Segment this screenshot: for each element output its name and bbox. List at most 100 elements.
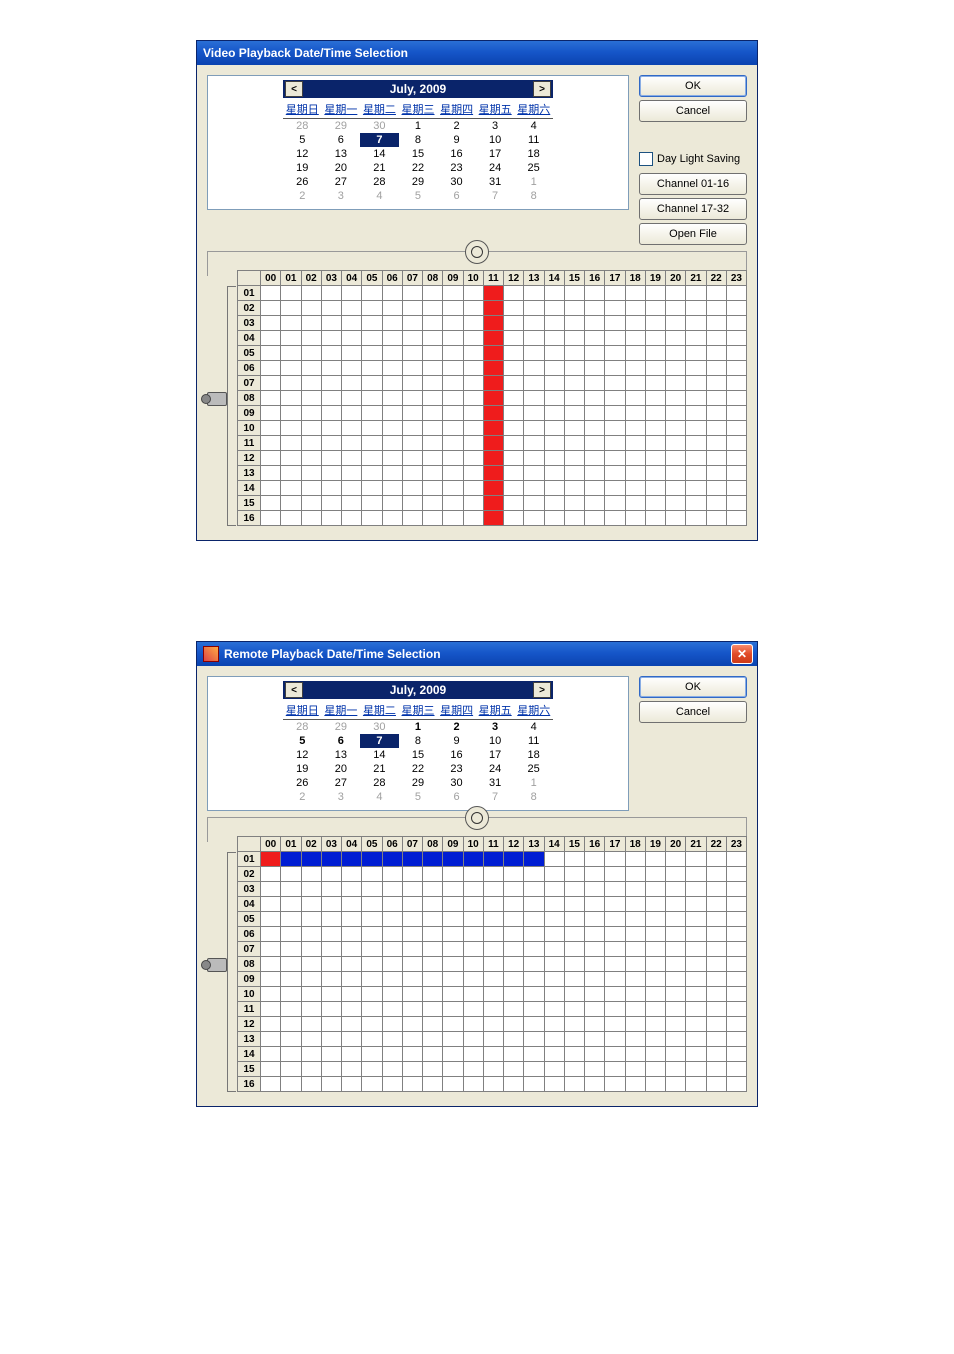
timeline-cell[interactable] xyxy=(402,466,422,481)
timeline-cell[interactable] xyxy=(524,346,544,361)
timeline-cell[interactable] xyxy=(504,466,524,481)
timeline-cell[interactable] xyxy=(625,436,645,451)
timeline-cell[interactable] xyxy=(463,391,483,406)
timeline-cell[interactable] xyxy=(423,496,443,511)
timeline-cell[interactable] xyxy=(483,421,503,436)
timeline-cell[interactable] xyxy=(321,957,341,972)
timeline-cell[interactable] xyxy=(726,942,746,957)
timeline-cell[interactable] xyxy=(504,1017,524,1032)
timeline-cell[interactable] xyxy=(362,927,382,942)
timeline-cell[interactable] xyxy=(706,451,726,466)
timeline-cell[interactable] xyxy=(362,421,382,436)
calendar-day[interactable]: 3 xyxy=(322,790,361,804)
timeline-cell[interactable] xyxy=(463,1062,483,1077)
timeline-cell[interactable] xyxy=(726,391,746,406)
timeline-cell[interactable] xyxy=(281,496,301,511)
timeline-cell[interactable] xyxy=(483,1047,503,1062)
timeline-cell[interactable] xyxy=(524,882,544,897)
timeline-cell[interactable] xyxy=(524,511,544,526)
timeline-cell[interactable] xyxy=(261,987,281,1002)
timeline-cell[interactable] xyxy=(382,481,402,496)
timeline-cell[interactable] xyxy=(382,391,402,406)
timeline-cell[interactable] xyxy=(706,436,726,451)
timeline-cell[interactable] xyxy=(362,1017,382,1032)
timeline-cell[interactable] xyxy=(301,451,321,466)
timeline-cell[interactable] xyxy=(605,957,625,972)
timeline-cell[interactable] xyxy=(423,957,443,972)
timeline-cell[interactable] xyxy=(706,882,726,897)
timeline-cell[interactable] xyxy=(504,391,524,406)
calendar-day[interactable]: 3 xyxy=(476,119,515,133)
timeline-cell[interactable] xyxy=(706,481,726,496)
timeline-cell[interactable] xyxy=(301,301,321,316)
timeline-cell[interactable] xyxy=(362,957,382,972)
timeline-cell[interactable] xyxy=(726,972,746,987)
calendar-day[interactable]: 21 xyxy=(360,161,399,175)
timeline-cell[interactable] xyxy=(301,391,321,406)
calendar-day[interactable]: 2 xyxy=(283,189,322,203)
timeline-cell[interactable] xyxy=(261,286,281,301)
timeline-cell[interactable] xyxy=(504,361,524,376)
calendar-day[interactable]: 18 xyxy=(514,748,553,762)
timeline-cell[interactable] xyxy=(564,301,584,316)
timeline-cell[interactable] xyxy=(423,1077,443,1092)
calendar-day[interactable]: 10 xyxy=(476,734,515,748)
timeline-cell[interactable] xyxy=(544,316,564,331)
timeline-cell[interactable] xyxy=(443,406,463,421)
timeline-cell[interactable] xyxy=(281,406,301,421)
timeline-cell[interactable] xyxy=(423,987,443,1002)
timeline-cell[interactable] xyxy=(645,957,665,972)
timeline-cell[interactable] xyxy=(706,331,726,346)
timeline-cell[interactable] xyxy=(706,346,726,361)
timeline-cell[interactable] xyxy=(504,346,524,361)
timeline-cell[interactable] xyxy=(301,867,321,882)
timeline-cell[interactable] xyxy=(321,912,341,927)
timeline-cell[interactable] xyxy=(281,882,301,897)
timeline-cell[interactable] xyxy=(666,421,686,436)
timeline-cell[interactable] xyxy=(524,957,544,972)
timeline-cell[interactable] xyxy=(342,957,362,972)
timeline-cell[interactable] xyxy=(382,852,402,867)
timeline-cell[interactable] xyxy=(625,346,645,361)
timeline-cell[interactable] xyxy=(301,436,321,451)
timeline-cell[interactable] xyxy=(504,957,524,972)
timeline-cell[interactable] xyxy=(666,1077,686,1092)
timeline-cell[interactable] xyxy=(564,1017,584,1032)
timeline-cell[interactable] xyxy=(625,1077,645,1092)
timeline-cell[interactable] xyxy=(504,511,524,526)
timeline-cell[interactable] xyxy=(605,912,625,927)
timeline-cell[interactable] xyxy=(666,897,686,912)
timeline-cell[interactable] xyxy=(666,361,686,376)
timeline-cell[interactable] xyxy=(342,1047,362,1062)
timeline-cell[interactable] xyxy=(585,927,605,942)
timeline-cell[interactable] xyxy=(605,331,625,346)
open-file-button[interactable]: Open File xyxy=(639,223,747,245)
timeline-cell[interactable] xyxy=(301,1032,321,1047)
timeline-cell[interactable] xyxy=(585,1017,605,1032)
timeline-cell[interactable] xyxy=(666,1032,686,1047)
timeline-cell[interactable] xyxy=(645,867,665,882)
timeline-cell[interactable] xyxy=(382,957,402,972)
timeline-cell[interactable] xyxy=(342,1017,362,1032)
timeline-cell[interactable] xyxy=(645,496,665,511)
timeline-cell[interactable] xyxy=(726,882,746,897)
calendar-day[interactable]: 18 xyxy=(514,147,553,161)
timeline-cell[interactable] xyxy=(504,1062,524,1077)
timeline-cell[interactable] xyxy=(301,972,321,987)
timeline-cell[interactable] xyxy=(625,301,645,316)
calendar-day[interactable]: 23 xyxy=(437,762,476,776)
timeline-cell[interactable] xyxy=(261,927,281,942)
timeline-cell[interactable] xyxy=(443,376,463,391)
timeline-cell[interactable] xyxy=(483,391,503,406)
calendar-day[interactable]: 16 xyxy=(437,748,476,762)
timeline-cell[interactable] xyxy=(443,1077,463,1092)
close-icon[interactable]: ✕ xyxy=(731,644,753,664)
timeline-cell[interactable] xyxy=(281,361,301,376)
timeline-cell[interactable] xyxy=(585,331,605,346)
timeline-cell[interactable] xyxy=(666,481,686,496)
prev-month-button[interactable]: < xyxy=(285,81,303,97)
timeline-cell[interactable] xyxy=(605,391,625,406)
timeline-cell[interactable] xyxy=(342,927,362,942)
timeline-cell[interactable] xyxy=(281,421,301,436)
timeline-cell[interactable] xyxy=(625,376,645,391)
